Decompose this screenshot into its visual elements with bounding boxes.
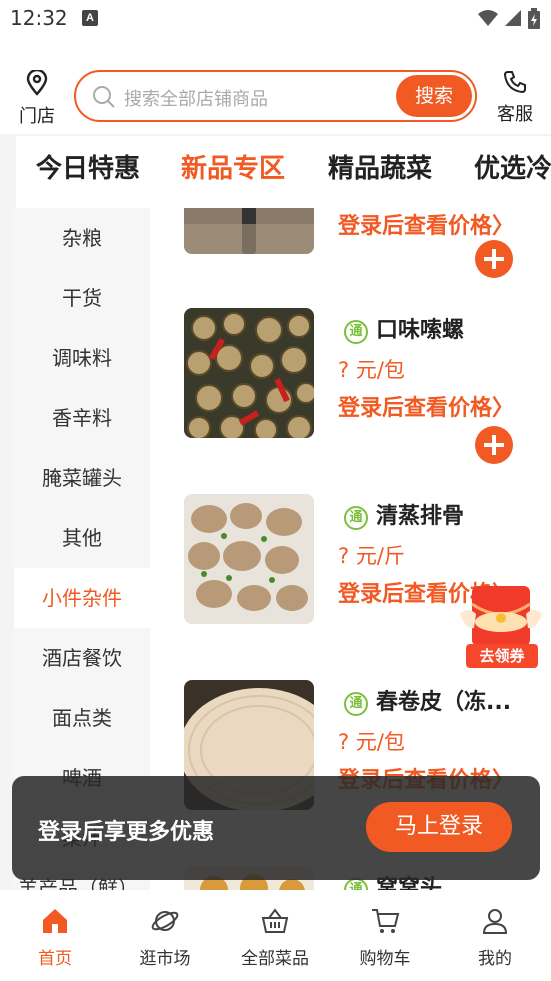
service-label: 客服	[497, 104, 533, 125]
tab-label: 全部菜品	[241, 949, 309, 969]
home-icon	[43, 909, 67, 933]
sidebar-item[interactable]: 其他	[14, 508, 150, 568]
tab-new-products[interactable]: 新品专区	[181, 148, 285, 185]
sidebar-item[interactable]: 腌菜罐头	[14, 448, 150, 508]
sidebar-item[interactable]: 杂粮	[14, 208, 150, 268]
tab-all-dishes[interactable]: 全部菜品	[220, 906, 330, 969]
status-bar: 12:32 A	[0, 0, 551, 40]
product-name: 通口味嗦螺	[344, 312, 464, 344]
coupon-label: 去领券	[466, 644, 538, 668]
battery-icon	[528, 8, 540, 29]
tab-selected-cold[interactable]: 优选冷	[474, 148, 551, 185]
sidebar-item[interactable]: 香辛料	[14, 388, 150, 448]
search-input[interactable]: 搜索全部店铺商品	[124, 85, 268, 111]
sidebar-item-active[interactable]: 小件杂件	[14, 568, 150, 628]
planet-icon	[151, 911, 179, 931]
sidebar-item[interactable]: 面点类	[14, 688, 150, 748]
product-title: 口味嗦螺	[376, 318, 465, 343]
product-badge: 通	[344, 320, 368, 344]
product-title: 清蒸排骨	[376, 504, 465, 529]
search-bar[interactable]: 搜索全部店铺商品 搜索	[74, 70, 477, 122]
notification-icon: A	[82, 10, 98, 26]
search-button[interactable]: 搜索	[396, 75, 472, 117]
location-pin-icon	[26, 68, 48, 96]
store-label: 门店	[19, 106, 55, 127]
tab-home[interactable]: 首页	[0, 906, 110, 969]
product-image[interactable]	[184, 208, 314, 254]
sidebar-item[interactable]: 调味料	[14, 328, 150, 388]
cart-icon	[372, 909, 400, 933]
store-button[interactable]: 门店	[14, 68, 60, 128]
login-now-button[interactable]: 马上登录	[366, 802, 512, 852]
tab-label: 逛市场	[139, 949, 191, 969]
login-to-view-price[interactable]: 登录后查看价格〉	[338, 208, 514, 240]
add-to-cart-button[interactable]	[475, 240, 513, 278]
product-title: 春卷皮（冻...	[376, 690, 512, 715]
basket-icon	[261, 908, 289, 933]
product-image[interactable]	[184, 308, 314, 438]
system-icons	[477, 8, 541, 30]
search-icon	[93, 86, 115, 108]
customer-service-button[interactable]: 客服	[492, 70, 538, 126]
sidebar-item[interactable]: 酒店餐饮	[14, 628, 150, 688]
phone-icon	[503, 71, 526, 94]
tab-profile[interactable]: 我的	[440, 906, 550, 969]
login-prompt-text: 登录后享更多优惠	[38, 820, 215, 845]
tab-premium-vegetables[interactable]: 精品蔬菜	[328, 148, 432, 185]
product-name: 通清蒸排骨	[344, 498, 464, 530]
product-badge: 通	[344, 692, 368, 716]
tab-today-deals[interactable]: 今日特惠	[36, 148, 140, 185]
sidebar-item[interactable]: 干货	[14, 268, 150, 328]
header-bar: 门店 搜索全部店铺商品 搜索 客服	[0, 66, 551, 130]
wifi-icon	[478, 10, 498, 26]
login-to-view-price[interactable]: 登录后查看价格〉	[338, 390, 514, 422]
product-badge: 通	[344, 506, 368, 530]
status-time: 12:32	[10, 6, 68, 30]
product-price: ? 元/斤	[338, 544, 405, 568]
product-price: ? 元/包	[338, 358, 405, 382]
tab-label: 购物车	[359, 949, 411, 969]
tab-label: 首页	[38, 949, 72, 969]
login-prompt-bar: 登录后享更多优惠 马上登录	[12, 776, 540, 880]
coupon-float-button[interactable]: 去领券	[458, 584, 544, 672]
tab-label: 我的	[478, 949, 512, 969]
product-name: 通春卷皮（冻...	[344, 684, 511, 716]
tab-market[interactable]: 逛市场	[110, 906, 220, 969]
product-price: ? 元/包	[338, 730, 405, 754]
bottom-tab-bar: 首页 逛市场 全部菜品 购物车 我的	[0, 894, 551, 981]
signal-icon	[505, 10, 521, 26]
user-icon	[482, 909, 508, 934]
add-to-cart-button[interactable]	[475, 426, 513, 464]
tab-cart[interactable]: 购物车	[330, 906, 440, 969]
category-tabs: 今日特惠 新品专区 精品蔬菜 优选冷	[16, 136, 551, 208]
product-image[interactable]	[184, 494, 314, 624]
